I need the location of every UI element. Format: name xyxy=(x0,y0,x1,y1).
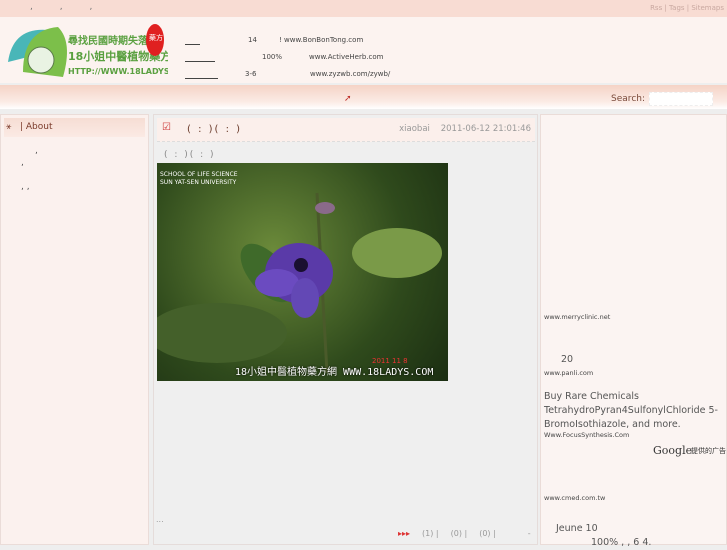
post-date: 2011-06-12 21:01:46 xyxy=(440,124,531,134)
search-input[interactable] xyxy=(649,92,713,106)
trackbacks-link[interactable]: (0) | xyxy=(451,529,468,538)
sidebar-text: , xyxy=(21,158,24,168)
edit-icon[interactable]: ☑ xyxy=(162,122,171,133)
ad-text: Jeune 10 xyxy=(556,523,598,534)
logo-seal: 藥方 xyxy=(149,33,163,42)
ad-text: 100% , , 6 4. xyxy=(591,537,652,548)
arrow-icon: ➚ xyxy=(344,94,352,104)
right-ads: www.merryclinic.net 20 www.panli.com Buy… xyxy=(540,114,727,548)
post-subtitle: ( : )( : ) xyxy=(164,150,216,160)
read-more[interactable]: ... xyxy=(156,515,164,524)
comments-link[interactable]: (1) | xyxy=(422,529,439,538)
triple-arrow-icon: ▸▸▸ xyxy=(398,529,411,538)
ad-title[interactable]: Buy Rare Chemicals xyxy=(544,390,724,404)
site-logo[interactable]: 尋找民國時期失落 18小姐中醫植物藥方網 HTTP://WWW.18LADYS.… xyxy=(3,22,193,82)
sidebar-text: , , xyxy=(21,182,30,192)
sidebar: ⚹ | About , , , , xyxy=(0,114,149,545)
logo-line3: HTTP://WWW.18LADYS.COM xyxy=(68,67,168,76)
google-ads-label[interactable]: 提供的广告 xyxy=(691,446,726,456)
post-author: xiaobai xyxy=(399,124,430,134)
tags-link[interactable]: Tags xyxy=(669,4,685,12)
google-logo[interactable]: Google xyxy=(653,444,692,457)
about-link[interactable]: | About xyxy=(20,122,53,132)
ad-url[interactable]: Www.FocusSynthesis.Com xyxy=(544,431,629,439)
flower-image xyxy=(157,192,442,374)
search-box: Search: xyxy=(611,92,713,106)
about-icon: ⚹ xyxy=(6,122,12,132)
rss-link[interactable]: Rss xyxy=(650,4,662,12)
top-links: Rss | Tags | Sitemaps xyxy=(650,4,724,12)
photo-watermark: 18小姐中醫植物藥方網 WWW.18LADYS.COM xyxy=(235,367,434,378)
post-meta: xiaobai 2011-06-12 21:01:46 xyxy=(399,124,531,134)
ad-url[interactable]: www.merryclinic.net xyxy=(544,313,610,321)
footer-separator: - xyxy=(527,529,531,538)
logo-line1: 尋找民國時期失落 xyxy=(68,34,149,47)
views-link[interactable]: (0) | xyxy=(479,529,496,538)
ad-url[interactable]: www.cmed.com.tw xyxy=(544,494,605,502)
top-links-left: , , , xyxy=(30,2,105,12)
ad-block[interactable]: Buy Rare Chemicals TetrahydroPyran4Sulfo… xyxy=(544,390,724,432)
post-header: ☑ ( : )( : ) xiaobai 2011-06-12 21:01:46 xyxy=(157,118,535,142)
post-title[interactable]: ( : )( : ) xyxy=(187,124,242,135)
sitemaps-link[interactable]: Sitemaps xyxy=(691,4,724,12)
sidebar-text: , xyxy=(35,146,38,156)
logo-graphic: 尋找民國時期失落 18小姐中醫植物藥方網 HTTP://WWW.18LADYS.… xyxy=(8,24,193,77)
sidebar-heading: ⚹ | About xyxy=(4,118,145,137)
search-label: Search: xyxy=(611,94,645,104)
ad-body: TetrahydroPyran4SulfonylChloride 5-Bromo… xyxy=(544,405,718,430)
ad-url[interactable]: www.panli.com xyxy=(544,369,593,377)
photo-caption: SCHOOL OF LIFE SCIENCE SUN YAT-SEN UNIVER… xyxy=(160,171,238,186)
post-photo[interactable]: SCHOOL OF LIFE SCIENCE SUN YAT-SEN UNIVER… xyxy=(157,163,448,381)
main-content: ☑ ( : )( : ) xiaobai 2011-06-12 21:01:46… xyxy=(153,114,538,545)
ad-text[interactable]: 20 xyxy=(561,353,573,367)
top-bar: , , , Rss | Tags | Sitemaps xyxy=(0,0,727,17)
post-footer: ▸▸▸ (1) | (0) | (0) | - xyxy=(398,529,531,538)
